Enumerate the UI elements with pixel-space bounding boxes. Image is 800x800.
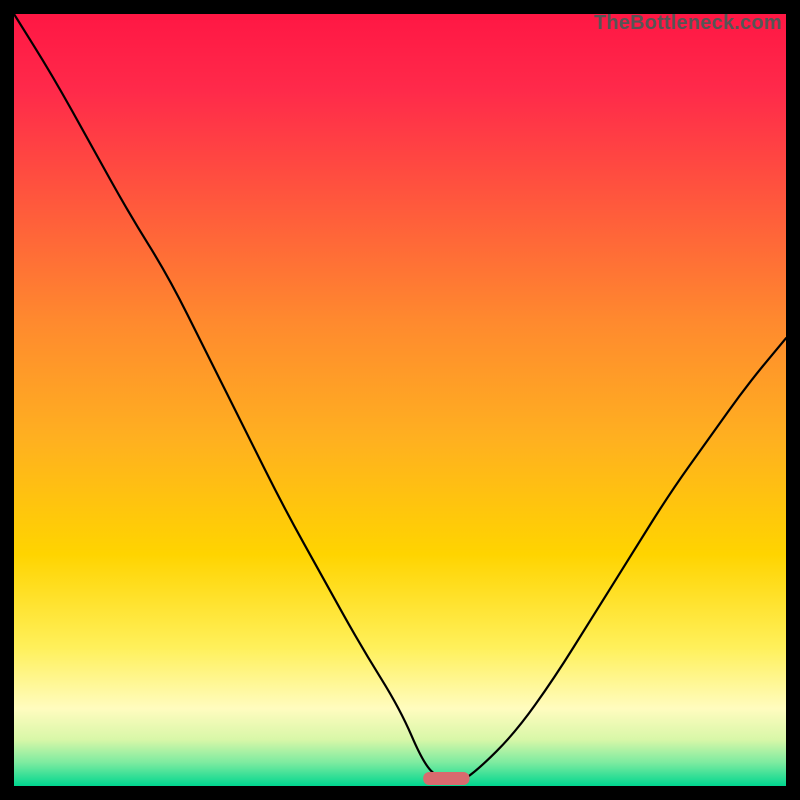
chart-frame: TheBottleneck.com [14,14,786,786]
watermark-text: TheBottleneck.com [594,12,782,35]
bottleneck-chart [14,14,786,786]
optimal-marker [423,772,469,785]
chart-background [14,14,786,786]
